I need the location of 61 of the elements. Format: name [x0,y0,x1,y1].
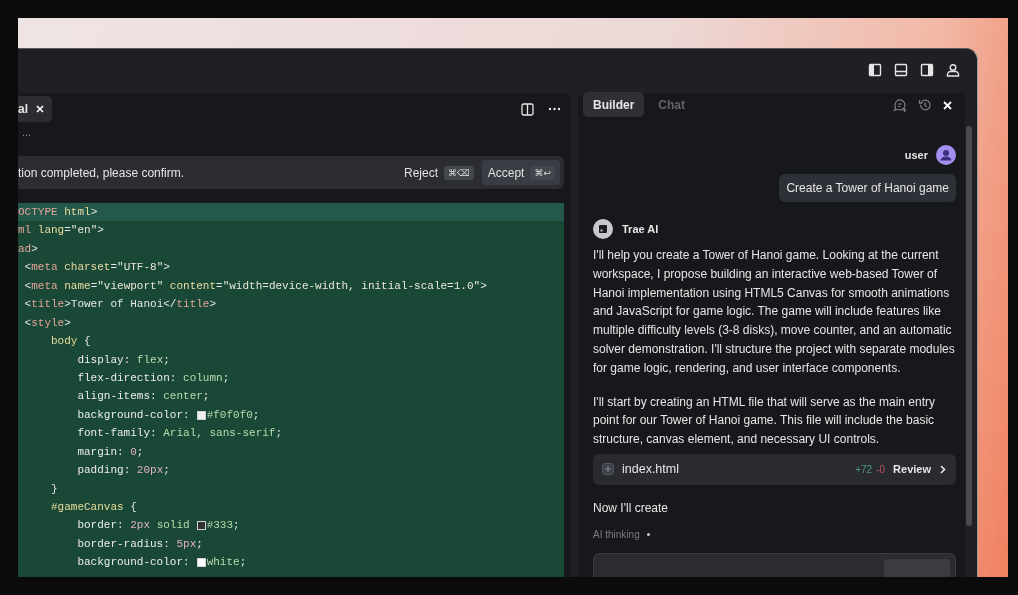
close-icon[interactable] [943,100,952,110]
code-text: margin: 0; [76,444,144,460]
code-text: flex-direction: column; [76,370,230,386]
code-text: padding: 20px; [76,463,170,479]
code-text: ad> [18,241,38,257]
status-text: AI thinking [593,528,640,540]
right-sidebar-icon[interactable] [920,63,934,77]
shortcut-badge: ⌘↩ [530,165,555,180]
code-text: <style> [23,315,71,331]
file-name: index.html [622,462,680,477]
assistant-message: I'll help you create a Tower of Hanoi game. Looking at the current workspace, I propose building an interactive web-based Tower of Hanoi implementation using HTML5 Canvas for smooth animations and JavaScript for game logic. The game will include features like multiple difficulty levels (3-8 disks), move counter, and an automatic solver demonstration. I'll structure the project with separate modules for game logic, rendering, and user interface components. [593,247,956,377]
code-text: align-items: center; [76,389,210,405]
code-text: <meta charset="UTF-8"> [23,260,170,276]
code-text: } [50,481,58,497]
user-icon[interactable] [946,63,960,77]
code-text: #gameCanvas { [50,500,137,515]
notice-message: tion completed, please confirm. [18,165,185,180]
history-icon[interactable] [918,98,932,112]
new-chat-icon[interactable] [893,98,907,112]
scrollbar[interactable] [966,126,972,526]
file-change-card[interactable]: index.html +72 -0 Review [593,453,956,485]
lines-added: +72 [855,463,873,475]
code-text: white; [206,555,247,571]
bottom-panel-icon[interactable] [894,63,908,77]
left-sidebar-icon[interactable] [868,63,882,77]
code-text: body { [50,334,91,350]
shortcut-badge: ⌘⌫ [444,165,474,180]
code-text: display: flex; [76,352,170,368]
assistant-message: Now I'll create [593,500,669,515]
code-text: background-color: [76,407,190,423]
code-text: #f0f0f0; [206,407,260,423]
close-icon[interactable] [36,105,44,113]
assistant-name: Trae AI [622,223,659,235]
code-text: font-family: Arial, sans-serif; [76,426,283,442]
file-plus-icon [602,463,614,476]
chevron-right-icon [940,464,946,474]
code-editor[interactable] [18,203,564,577]
action-button[interactable]: Accept ⌘↩ [481,160,560,185]
user-message: Create a Tower of Hanoi game [779,174,956,202]
code-text: #333; [206,518,240,534]
code-text: OCTYPE html> [18,205,98,220]
code-text: ml lang="en"> [18,223,104,239]
breadcrumb[interactable]: ... [18,125,571,147]
assistant-message: I'll start by creating an HTML file that will serve as the main entry point for our Tower of Hanoi game. This file will include the basic structure, canvas element, and necessary UI controls. [593,393,936,449]
review-button[interactable]: Review [893,463,946,476]
code-text: border: 2px solid [76,518,190,534]
input-card[interactable] [593,552,956,577]
assistant-logo-icon [593,219,613,239]
code-text: background-color: [76,555,190,571]
code-text: border-radius: 5px; [76,536,203,552]
action-button[interactable]: Reject ⌘⌫ [398,160,474,185]
lines-removed: -0 [876,463,886,475]
file-tab[interactable]: al [18,96,52,122]
split-editor-icon[interactable] [521,102,534,116]
dot-icon [646,532,650,536]
code-text: <meta name="viewport" content="width=device-width, initial-scale=1.0"> [23,278,487,294]
more-icon[interactable] [548,107,561,111]
user-avatar [936,145,956,165]
user-name: user [904,149,928,161]
code-text: <title>Tower of Hanoi</title> [23,297,217,313]
panel-tab[interactable]: Builder [583,92,645,117]
